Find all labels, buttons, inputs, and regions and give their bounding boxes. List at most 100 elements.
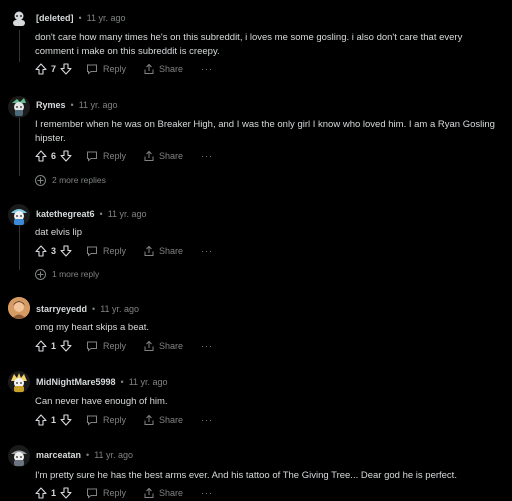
comment-body: I remember when he was on Breaker High, … <box>35 119 495 144</box>
username[interactable]: katethegreat6 <box>36 209 95 219</box>
snoo-avatar-green[interactable] <box>8 96 30 118</box>
reply-label: Reply <box>103 488 127 498</box>
comment-body: dat elvis lip <box>35 227 82 238</box>
upvote-icon[interactable] <box>35 150 47 162</box>
comment-actions: 1 Reply Share ··· <box>35 485 213 501</box>
snoo-avatar-yellow[interactable] <box>8 371 30 393</box>
share-button[interactable]: Share <box>143 340 183 352</box>
more-replies-link[interactable]: 1 more reply <box>35 267 99 281</box>
vote-group: 6 <box>35 150 72 162</box>
comment-actions: 1 Reply Share ··· <box>35 412 213 428</box>
timestamp[interactable]: 11 yr. ago <box>94 450 133 460</box>
share-label: Share <box>159 415 184 425</box>
vote-count: 1 <box>51 488 57 498</box>
vote-group: 7 <box>35 63 72 75</box>
upvote-icon[interactable] <box>35 487 47 499</box>
downvote-icon[interactable] <box>60 63 72 75</box>
expand-icon <box>35 174 46 186</box>
upvote-icon[interactable] <box>35 340 47 352</box>
comment: [deleted] • 11 yr. ago don't care how many… <box>0 0 512 84</box>
vote-group: 3 <box>35 245 72 257</box>
comment-header: Rymes • 11 yr. ago <box>36 100 118 110</box>
comment-icon <box>86 414 98 426</box>
more-options-button[interactable]: ··· <box>201 488 213 498</box>
share-button[interactable]: Share <box>143 414 183 426</box>
share-icon <box>143 245 155 257</box>
timestamp[interactable]: 11 yr. ago <box>108 209 147 219</box>
vote-group: 1 <box>35 487 72 499</box>
deleted-user-avatar[interactable] <box>8 7 30 29</box>
comment: Rymes • 11 yr. ago I remember when he was … <box>0 84 512 194</box>
vote-count: 3 <box>51 246 57 256</box>
share-label: Share <box>159 341 184 351</box>
reply-button[interactable]: Reply <box>86 340 126 352</box>
share-label: Share <box>159 64 184 74</box>
share-icon <box>143 340 155 352</box>
share-label: Share <box>159 488 184 498</box>
username[interactable]: [deleted] <box>36 13 74 23</box>
more-options-button[interactable]: ··· <box>201 151 213 161</box>
share-button[interactable]: Share <box>143 150 183 162</box>
share-button[interactable]: Share <box>143 245 183 257</box>
more-options-button[interactable]: ··· <box>201 341 213 351</box>
username[interactable]: Rymes <box>36 100 66 110</box>
comment-header: marceatan • 11 yr. ago <box>36 450 134 460</box>
downvote-icon[interactable] <box>60 487 72 499</box>
comment-icon <box>86 63 98 75</box>
more-replies-label: 2 more replies <box>52 175 106 185</box>
reply-button[interactable]: Reply <box>86 63 126 75</box>
comment-icon <box>86 245 98 257</box>
comment-body: I'm pretty sure he has the best arms eve… <box>35 470 457 481</box>
more-options-button[interactable]: ··· <box>201 246 213 256</box>
timestamp[interactable]: 11 yr. ago <box>129 377 168 387</box>
username[interactable]: starryeyedd <box>36 304 87 314</box>
timestamp[interactable]: 11 yr. ago <box>79 100 118 110</box>
vote-count: 1 <box>51 341 57 351</box>
upvote-icon[interactable] <box>35 245 47 257</box>
comment-body: omg my heart skips a beat. <box>35 322 150 333</box>
downvote-icon[interactable] <box>60 414 72 426</box>
vote-group: 1 <box>35 414 72 426</box>
timestamp[interactable]: 11 yr. ago <box>87 13 126 23</box>
share-icon <box>143 487 155 499</box>
photo-avatar[interactable] <box>8 297 30 319</box>
comment: marceatan • 11 yr. ago I'm pretty sure he … <box>0 438 512 500</box>
snoo-avatar-gray[interactable] <box>8 445 30 467</box>
reply-button[interactable]: Reply <box>86 414 126 426</box>
snoo-avatar-blue[interactable] <box>8 204 30 226</box>
reply-button[interactable]: Reply <box>86 245 126 257</box>
comment-header: katethegreat6 • 11 yr. ago <box>36 209 147 219</box>
reply-button[interactable]: Reply <box>86 150 126 162</box>
more-replies-link[interactable]: 2 more replies <box>35 173 106 187</box>
comment-header: [deleted] • 11 yr. ago <box>36 13 126 23</box>
share-label: Share <box>159 151 184 161</box>
downvote-icon[interactable] <box>60 150 72 162</box>
vote-group: 1 <box>35 340 72 352</box>
username[interactable]: marceatan <box>36 450 81 460</box>
comment-icon <box>86 150 98 162</box>
share-icon <box>143 63 155 75</box>
reply-button[interactable]: Reply <box>86 487 126 499</box>
comment-actions: 6 Reply Share ··· <box>35 148 213 164</box>
share-icon <box>143 414 155 426</box>
share-label: Share <box>159 246 184 256</box>
share-button[interactable]: Share <box>143 63 183 75</box>
vote-count: 7 <box>51 64 57 74</box>
comment-icon <box>86 340 98 352</box>
timestamp[interactable]: 11 yr. ago <box>100 304 139 314</box>
comment-icon <box>86 487 98 499</box>
downvote-icon[interactable] <box>60 245 72 257</box>
comment-actions: 7 Reply Share ··· <box>35 61 213 77</box>
reply-label: Reply <box>103 415 127 425</box>
comment-actions: 1 Reply Share ··· <box>35 338 213 354</box>
share-button[interactable]: Share <box>143 487 183 499</box>
comment-header: starryeyedd • 11 yr. ago <box>36 304 140 314</box>
comment-header: MidNightMare5998 • 11 yr. ago <box>36 377 168 387</box>
downvote-icon[interactable] <box>60 340 72 352</box>
more-options-button[interactable]: ··· <box>201 415 213 425</box>
upvote-icon[interactable] <box>35 414 47 426</box>
reply-label: Reply <box>103 341 127 351</box>
more-options-button[interactable]: ··· <box>201 64 213 74</box>
username[interactable]: MidNightMare5998 <box>36 377 116 387</box>
upvote-icon[interactable] <box>35 63 47 75</box>
